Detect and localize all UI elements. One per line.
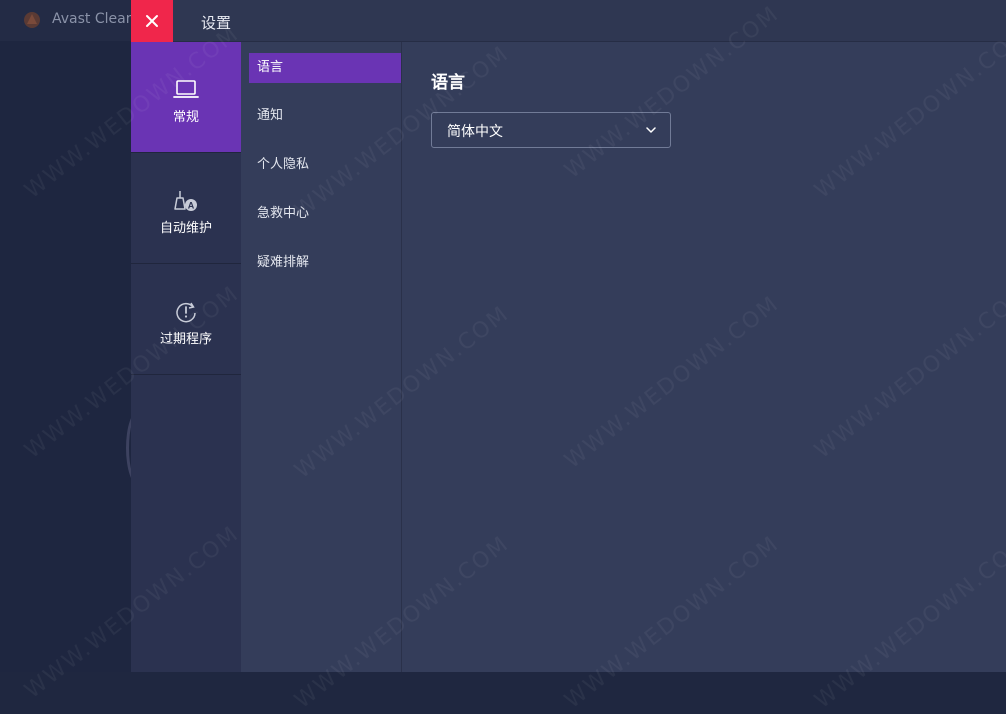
- subnav-item-notifications[interactable]: 通知: [249, 101, 401, 131]
- avast-logo-icon: [24, 12, 40, 28]
- settings-title: 设置: [201, 14, 232, 32]
- settings-panel: 设置 常规 A 自动维护 过期程序 语言 通知 个人隐私 急救中心 疑难排解 语…: [131, 0, 1006, 672]
- subnav-item-rescue-center[interactable]: 急救中心: [249, 199, 401, 229]
- background-app-title: Avast Clean: [52, 11, 131, 27]
- category-auto-maintenance[interactable]: A 自动维护: [131, 153, 241, 264]
- section-title: 语言: [431, 73, 465, 93]
- category-label: 常规: [172, 110, 199, 125]
- chevron-down-icon: [646, 127, 656, 133]
- background-titlebar: Avast Clean: [0, 0, 131, 41]
- category-label: 自动维护: [159, 221, 212, 236]
- background-app: Avast Clean: [0, 0, 152, 672]
- category-column: 常规 A 自动维护 过期程序: [131, 42, 241, 672]
- category-general[interactable]: 常规: [131, 42, 241, 153]
- subnav-item-language[interactable]: 语言: [249, 53, 401, 83]
- refresh-alert-icon: [172, 300, 200, 324]
- close-icon: [146, 15, 158, 27]
- language-select-value: 简体中文: [447, 124, 503, 140]
- subnav-item-privacy[interactable]: 个人隐私: [249, 150, 401, 180]
- broom-auto-icon: A: [172, 189, 200, 213]
- language-select[interactable]: 简体中文: [431, 112, 671, 148]
- svg-text:A: A: [188, 201, 195, 211]
- category-label: 过期程序: [159, 332, 212, 347]
- subnav-column: 语言 通知 个人隐私 急救中心 疑难排解: [241, 42, 402, 672]
- close-button[interactable]: [131, 0, 173, 42]
- laptop-icon: [172, 78, 200, 102]
- subnav-item-troubleshooting[interactable]: 疑难排解: [249, 248, 401, 278]
- settings-topbar: 设置: [131, 0, 1006, 42]
- category-outdated-programs[interactable]: 过期程序: [131, 264, 241, 375]
- settings-content: 语言 简体中文: [402, 42, 1006, 672]
